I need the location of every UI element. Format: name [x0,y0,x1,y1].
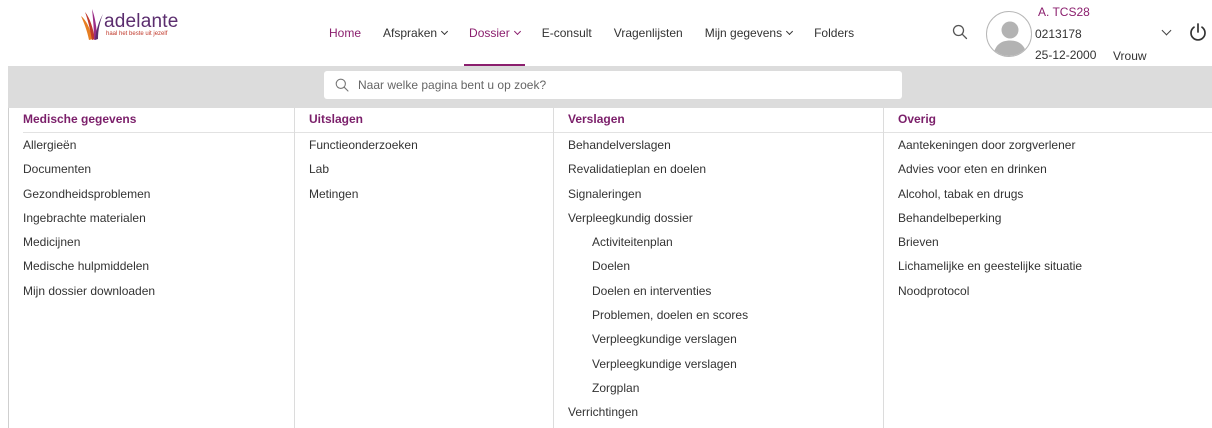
menu-link-list: Functieonderzoeken Lab Metingen [309,138,418,211]
user-name: A. TCS28 [1038,5,1090,19]
nav-item-folders[interactable]: Folders [803,0,865,66]
avatar[interactable] [986,11,1032,57]
nav-item-home[interactable]: Home [318,0,372,66]
menu-link-lab[interactable]: Lab [309,162,418,186]
menu-link-list: Behandelverslagen Revalidatieplan en doel… [568,138,748,428]
logo-wordmark: adelante [104,11,179,32]
menu-column-title: Verslagen [568,112,625,126]
menu-link-doelen-en-interventies[interactable]: Doelen en interventies [568,284,748,308]
divider [23,132,294,133]
menu-link-problemen-doelen-en-scores[interactable]: Problemen, doelen en scores [568,308,748,332]
chevron-down-icon[interactable] [1161,25,1172,36]
nav-item-afspraken[interactable]: Afspraken [372,0,458,66]
divider [884,132,1212,133]
menu-link-advies-voor-eten-en-drinken[interactable]: Advies voor eten en drinken [898,162,1082,186]
logo-tagline: haal het beste uit jezelf [106,31,168,37]
chevron-down-icon [441,27,449,36]
menu-link-brieven[interactable]: Brieven [898,235,1082,259]
search-icon[interactable] [952,24,968,40]
nav-item-mijn-gegevens[interactable]: Mijn gegevens [694,0,803,66]
page-search-bar [8,66,1212,108]
adelante-logo[interactable]: adelante haal het beste uit jezelf [78,6,218,44]
search-input[interactable] [358,71,888,99]
nav-item-label: E-consult [541,26,592,40]
nav-item-dossier[interactable]: Dossier [458,0,531,66]
menu-link-functieonderzoeken[interactable]: Functieonderzoeken [309,138,418,162]
nav-item-label: Mijn gegevens [704,26,783,40]
menu-link-verpleegkundig-dossier[interactable]: Verpleegkundig dossier [568,211,748,235]
menu-link-verpleegkundige-verslagen[interactable]: Verpleegkundige verslagen [568,332,748,356]
nav-item-label: Home [329,26,362,40]
menu-link-behandelbeperking[interactable]: Behandelbeperking [898,211,1082,235]
menu-column-overig: Overig Aantekeningen door zorgverlener Adv… [883,108,1212,428]
menu-link-zorgplan[interactable]: Zorgplan [568,381,748,405]
menu-link-list: Allergieën Documenten Gezondheidsproblemen… [23,138,155,308]
menu-link-alcohol-tabak-en-drugs[interactable]: Alcohol, tabak en drugs [898,187,1082,211]
menu-link-metingen[interactable]: Metingen [309,187,418,211]
divider [295,132,553,133]
menu-column-verslagen: Verslagen Behandelverslagen Revalidatiepla… [553,108,883,428]
menu-column-uitslagen: Uitslagen Functieonderzoeken Lab Metingen [294,108,553,428]
menu-link-doelen[interactable]: Doelen [568,259,748,283]
menu-link-behandelverslagen[interactable]: Behandelverslagen [568,138,748,162]
menu-link-revalidatieplan-en-doelen[interactable]: Revalidatieplan en doelen [568,162,748,186]
menu-link-ingebrachte-materialen[interactable]: Ingebrachte materialen [23,211,155,235]
menu-link-aantekeningen-door-zorgverlener[interactable]: Aantekeningen door zorgverlener [898,138,1082,162]
user-patient-id: 0213178 [1035,27,1082,41]
menu-link-activiteitenplan[interactable]: Activiteitenplan [568,235,748,259]
user-gender: Vrouw [1113,49,1147,63]
search-field [324,71,902,99]
menu-link-medicijnen[interactable]: Medicijnen [23,235,155,259]
avatar-placeholder-icon [993,21,1027,56]
menu-link-mijn-dossier-downloaden[interactable]: Mijn dossier downloaden [23,284,155,308]
menu-column-title: Uitslagen [309,112,364,126]
user-date-of-birth: 25-12-2000 [1035,48,1097,62]
divider [554,132,883,133]
menu-column-title: Overig [898,112,937,126]
chevron-down-icon [786,27,794,36]
power-icon[interactable] [1188,22,1208,42]
nav-item-label: Afspraken [383,26,438,40]
nav-item-label: Vragenlijsten [613,26,683,40]
menu-link-allergieen[interactable]: Allergieën [23,138,155,162]
search-icon [335,78,349,92]
menu-link-gezondheidsproblemen[interactable]: Gezondheidsproblemen [23,187,155,211]
nav-item-label: Folders [814,26,855,40]
nav-item-vragenlijsten[interactable]: Vragenlijsten [603,0,694,66]
main-navigation: Home Afspraken Dossier E-consult Vragenlijst… [318,0,865,66]
menu-link-medische-hulpmiddelen[interactable]: Medische hulpmiddelen [23,259,155,283]
menu-link-verrichtingen[interactable]: Verrichtingen [568,405,748,428]
menu-link-signaleringen[interactable]: Signaleringen [568,187,748,211]
menu-column-medische-gegevens: Medische gegevens Allergieën Documenten Gez… [9,108,294,428]
logo-mark-icon [81,9,103,40]
top-header: adelante haal het beste uit jezelf Home A… [0,0,1212,66]
menu-link-noodprotocol[interactable]: Noodprotocol [898,284,1082,308]
menu-link-documenten[interactable]: Documenten [23,162,155,186]
menu-link-lichamelijke-en-geestelijke-situatie[interactable]: Lichamelijke en geestelijke situatie [898,259,1082,283]
chevron-down-icon [513,27,521,36]
menu-link-verpleegkundige-verslagen[interactable]: Verpleegkundige verslagen [568,357,748,381]
nav-item-e-consult[interactable]: E-consult [531,0,603,66]
dossier-mega-menu: Medische gegevens Allergieën Documenten Gez… [8,108,1212,428]
menu-column-title: Medische gegevens [23,112,137,126]
menu-link-list: Aantekeningen door zorgverlener Advies vo… [898,138,1082,308]
nav-item-label: Dossier [469,26,510,40]
